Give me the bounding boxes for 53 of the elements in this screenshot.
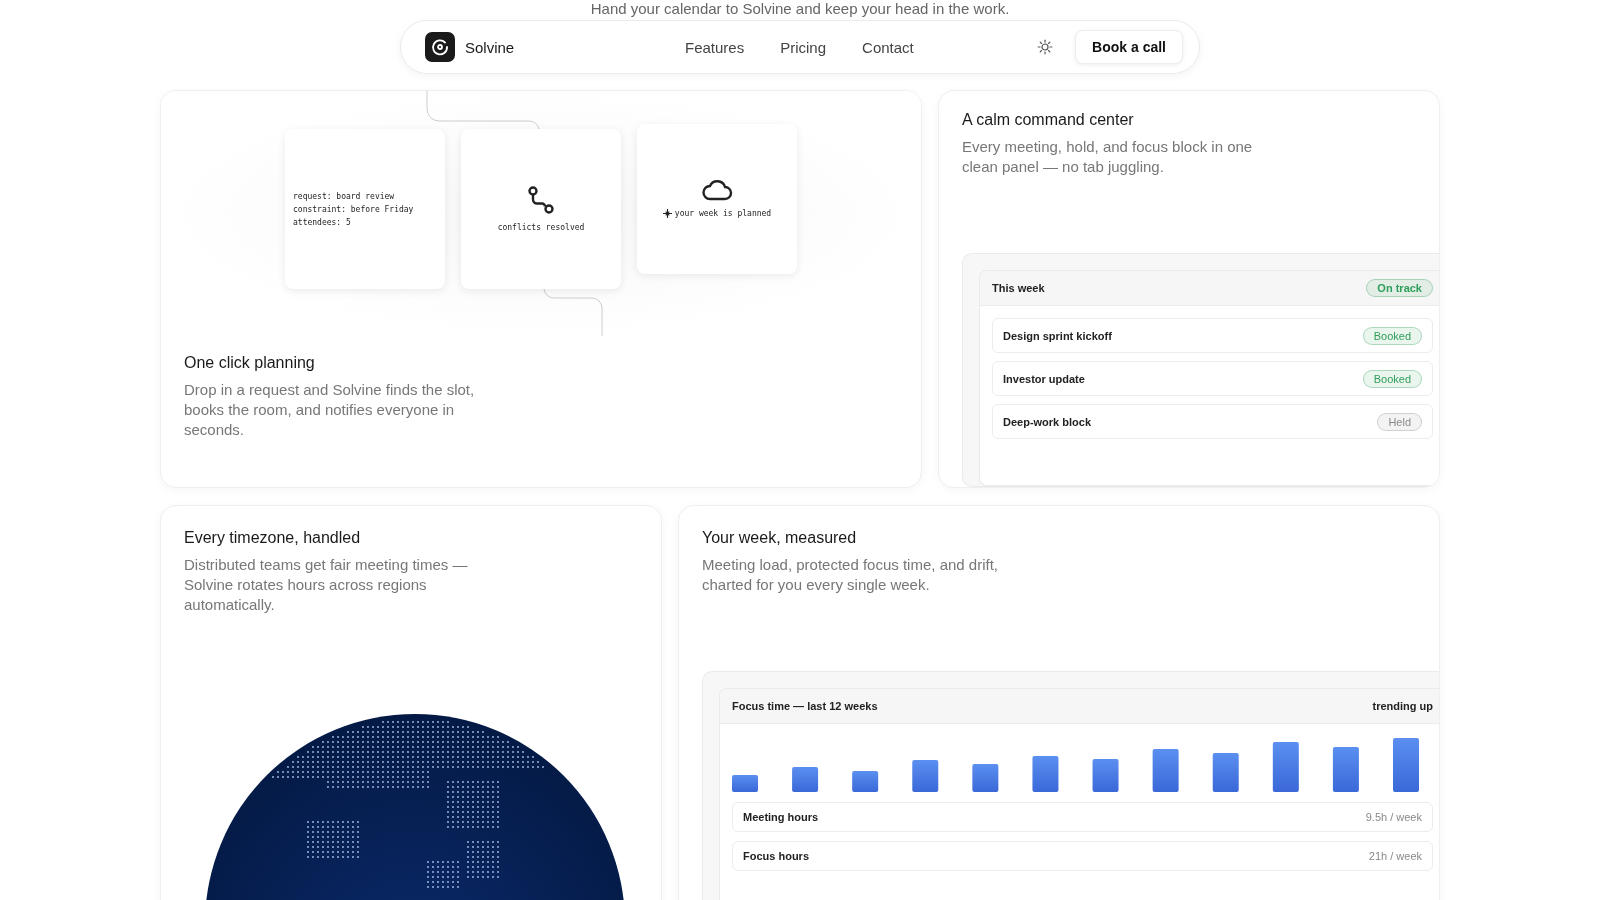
card-description: Meeting load, protected focus time, and drift, charted for you every single week. (702, 555, 998, 595)
status-badge: On track (1366, 279, 1433, 297)
chart-title: Focus time — last 12 weeks (732, 700, 878, 712)
chart-bar (1032, 756, 1059, 792)
metric-value: 9.5h / week (1365, 811, 1422, 823)
nav-link[interactable]: Pricing (780, 38, 827, 56)
card-description: Every meeting, hold, and focus block in one clean panel — no tab juggling. (962, 137, 1254, 177)
card-title: Your week, measured (702, 529, 858, 547)
spiral-icon (431, 38, 449, 56)
status-badge: Booked (1362, 326, 1422, 345)
sun-icon[interactable] (1037, 39, 1054, 55)
card-title: Every timezone, handled (184, 529, 362, 547)
chart-bar (912, 760, 939, 792)
chart-bar (732, 775, 758, 792)
chart-bar (1212, 753, 1239, 792)
metric-label: Focus hours (743, 850, 809, 862)
brand-name[interactable]: Solvine (465, 38, 515, 56)
metric-value: 21h / week (1368, 850, 1422, 862)
card-description: Drop in a request and Solvine finds the slot, books the room, and notifies everyone in seconds. (184, 380, 476, 440)
request-text: request: board review constraint: before Friday attendees: 5 (293, 190, 414, 229)
event-row[interactable]: Design sprint kickoff Booked (992, 318, 1433, 353)
book-call-button[interactable]: Book a call (1075, 30, 1183, 64)
status-badge: Booked (1362, 369, 1422, 388)
chart-bar (1393, 738, 1419, 792)
step-caption: your week is planned (674, 207, 772, 220)
card-description: Distributed teams get fair meeting times — Solvine rotates hours across regions automatically. (184, 555, 469, 615)
logo-badge[interactable] (425, 32, 455, 62)
chart-bar (852, 771, 879, 792)
chart-bar (972, 764, 999, 792)
metric-label: Meeting hours (743, 811, 819, 823)
connector-line (543, 288, 603, 336)
trend-label: trending up (1372, 700, 1433, 712)
card-title: A calm command center (962, 111, 1135, 129)
step-caption: conflicts resolved (497, 221, 585, 234)
chart-bar (1272, 742, 1299, 792)
sparkle-icon (662, 208, 672, 218)
event-name: Design sprint kickoff (1003, 329, 1112, 342)
tagline: Hand your calendar to Solvine and keep your head in the work. (590, 0, 1010, 18)
chart-bar (1152, 749, 1179, 792)
status-badge: Held (1377, 412, 1422, 431)
event-name: Investor update (1003, 372, 1085, 385)
route-icon (526, 184, 556, 215)
event-row[interactable]: Deep-work block Held (992, 404, 1433, 439)
chart-bar (1332, 747, 1359, 792)
event-row[interactable]: Investor update Booked (992, 361, 1433, 396)
cloud-icon (701, 178, 733, 201)
event-name: Deep-work block (1003, 415, 1092, 428)
chart-bar (1092, 759, 1119, 792)
panel-title: This week (992, 282, 1045, 294)
chart-bar (792, 767, 819, 792)
nav-link[interactable]: Features (685, 38, 745, 56)
card-title: One click planning (184, 354, 316, 372)
nav-link[interactable]: Contact (862, 38, 914, 56)
